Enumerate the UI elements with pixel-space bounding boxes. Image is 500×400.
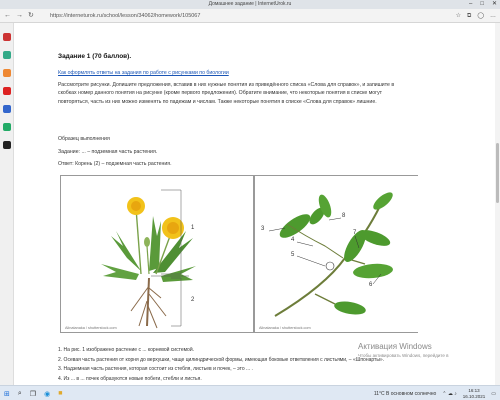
forward-button[interactable]: → — [16, 9, 23, 23]
menu-icon[interactable]: … — [490, 9, 496, 23]
weather-widget[interactable]: 11°C В основном солнечно — [374, 391, 436, 397]
scrollbar-thumb[interactable] — [496, 143, 499, 203]
bookmark-icon[interactable] — [3, 105, 11, 113]
windows-activation-watermark: Активация Windows Чтобы активировать Win… — [358, 342, 449, 358]
figure2-label: 5 — [291, 252, 295, 258]
question-item: 3. Надземная часть растения, которая сос… — [58, 366, 253, 372]
figure2-label: 3 — [261, 226, 265, 232]
dandelion-illustration — [101, 189, 196, 329]
sample-heading: Образец выполнения — [58, 136, 110, 142]
browser-icon[interactable]: ◉ — [44, 390, 50, 398]
windows-start-icon[interactable]: ⊞ — [4, 390, 10, 398]
browser-toolbar: ← → ↻ https://interneturok.ru/school/les… — [0, 9, 500, 23]
figure2-label: 4 — [291, 237, 295, 243]
taskbar-left: ⊞ ⌕ ❐ ◉ ■ — [4, 386, 62, 400]
notification-icon[interactable]: ▭ — [491, 391, 496, 397]
figure2-credit: Alinatanaka / shutterstock.com — [259, 326, 311, 330]
back-button[interactable]: ← — [4, 9, 11, 23]
bookmark-icon[interactable] — [3, 123, 11, 131]
tray-icons[interactable]: ⌃ ☁ ♪ — [442, 391, 456, 397]
page-scrollbar[interactable] — [495, 23, 500, 385]
profile-icon[interactable]: ◯ — [477, 9, 484, 23]
figure1-label: 1 — [191, 225, 195, 231]
star-icon[interactable]: ☆ — [456, 9, 461, 23]
window-controls: – □ ✕ — [469, 0, 497, 9]
extensions-icon[interactable]: ⧉ — [467, 9, 471, 23]
figure1-credit: Alinatanaka / shutterstock.com — [65, 326, 117, 330]
taskbar-clock[interactable]: 16:13 16.10.2021 — [463, 388, 486, 400]
reload-button[interactable]: ↻ — [28, 9, 34, 23]
activation-subtitle: Чтобы активировать Windows, перейдите в — [358, 353, 449, 358]
search-icon[interactable]: ⌕ — [18, 390, 22, 398]
task-view-icon[interactable]: ❐ — [30, 390, 36, 398]
figure2-label: 6 — [369, 282, 373, 288]
task-title: Задание 1 (70 баллов). — [58, 53, 132, 60]
browser-right-icons: ☆ ⧉ ◯ … — [456, 9, 496, 23]
address-bar-url[interactable]: https://interneturok.ru/school/lesson/34… — [50, 12, 430, 21]
figure2-label: 8 — [342, 213, 346, 219]
taskbar-right: 11°C В основном солнечно ⌃ ☁ ♪ 16:13 16.… — [374, 386, 496, 400]
help-link[interactable]: Как оформлять ответы на задания по работ… — [58, 70, 229, 76]
figure-dandelion: 1 2 Alinatanaka / shutterstock.com — [60, 175, 254, 333]
bookmark-icon[interactable] — [3, 87, 11, 95]
maximize-button[interactable]: □ — [480, 0, 484, 9]
bookmarks-sidebar — [0, 23, 14, 385]
folder-icon[interactable]: ■ — [58, 390, 62, 397]
shoot-illustration — [268, 192, 393, 317]
task-description: Рассмотрите рисунки. Допишите предложени… — [58, 82, 395, 105]
bookmark-icon[interactable] — [3, 69, 11, 77]
figure1-label: 2 — [191, 297, 195, 303]
figure-shoot: 3 4 5 6 7 8 Alinatanaka / shutterstock.c… — [254, 175, 418, 333]
bookmark-icon[interactable] — [3, 33, 11, 41]
bookmark-icon[interactable] — [3, 51, 11, 59]
minimize-button[interactable]: – — [469, 0, 472, 9]
sample-answer: Ответ: Корень (2) – подземная часть раст… — [58, 161, 172, 167]
sample-task: Задание: ... – подземная часть растения. — [58, 149, 158, 155]
bookmark-icon[interactable] — [3, 141, 11, 149]
activation-title: Активация Windows — [358, 342, 432, 351]
clock-date: 16.10.2021 — [462, 393, 486, 399]
close-button[interactable]: ✕ — [492, 0, 497, 9]
window-title: Домашнее задание | InternetUrok.ru — [208, 1, 292, 7]
homework-content: Задание 1 (70 баллов). Как оформлять отв… — [58, 23, 418, 385]
question-item: 4. Из ... в ... почек образуются новые п… — [58, 375, 202, 382]
taskbar: ⊞ ⌕ ❐ ◉ ■ 11°C В основном солнечно ⌃ ☁ ♪… — [0, 385, 500, 400]
figure2-label: 7 — [353, 230, 357, 236]
window-titlebar: Домашнее задание | InternetUrok.ru – □ ✕ — [0, 0, 500, 9]
